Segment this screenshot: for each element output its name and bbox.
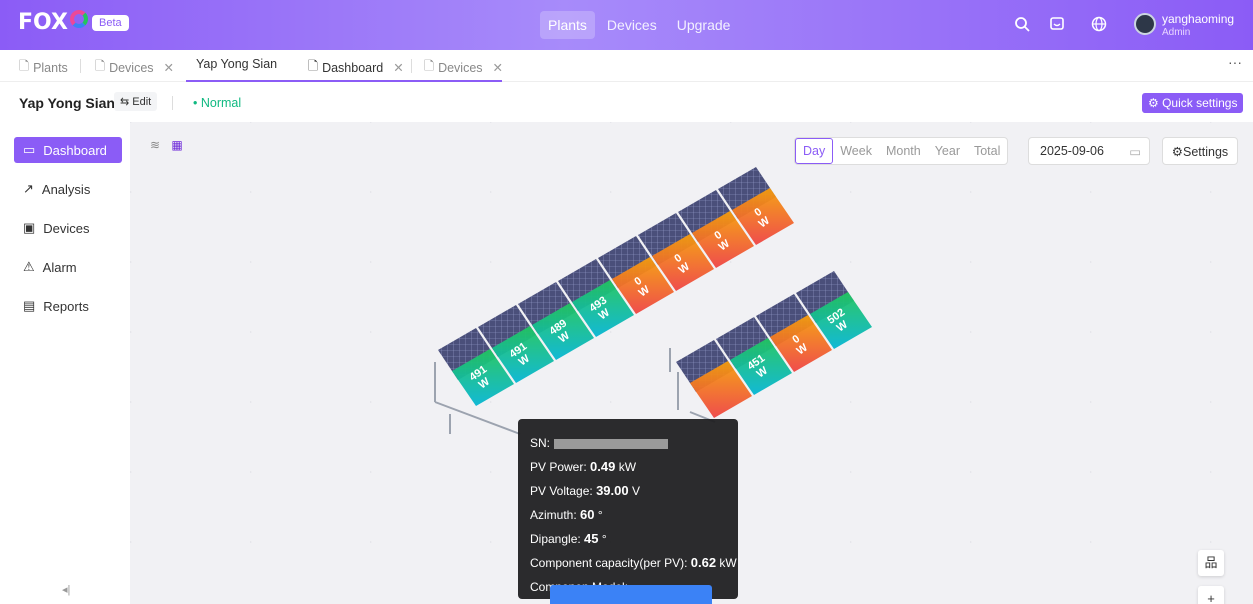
plant-header: Yap Yong Sian ⇆ Edit • Normal ⚙ Quick se… bbox=[0, 82, 1253, 122]
quick-settings-label: Quick settings bbox=[1162, 96, 1238, 110]
sidebar-item-analysis[interactable]: ↗ Analysis bbox=[14, 176, 122, 202]
edit-button[interactable]: ⇆ Edit bbox=[114, 92, 158, 111]
dashboard-icon: ▭ bbox=[23, 142, 36, 157]
tab-label: Dashboard bbox=[322, 60, 384, 75]
logo-ring-icon bbox=[69, 9, 88, 28]
sidebar-item-label: Dashboard bbox=[43, 142, 107, 158]
beta-badge: Beta bbox=[92, 15, 129, 31]
sidebar-item-reports[interactable]: ▤ Reports bbox=[14, 293, 122, 319]
user-name[interactable]: yanghaoming bbox=[1162, 13, 1234, 25]
azimuth-unit: ° bbox=[597, 508, 603, 522]
layout-tree-icon[interactable]: 品 bbox=[1198, 550, 1224, 576]
devices-icon: ▣ bbox=[23, 220, 36, 235]
zoom-in-button[interactable]: + bbox=[1198, 586, 1224, 604]
pv-layout-scene[interactable]: ≋ ▦ Day Week Month Year Total 2025-09-06… bbox=[130, 122, 1253, 604]
sn-label: SN: bbox=[530, 436, 551, 450]
globe-icon[interactable] bbox=[1090, 16, 1108, 34]
pv-power-unit: kW bbox=[618, 460, 637, 474]
user-role: Admin bbox=[1162, 27, 1191, 38]
page-icon: 🗋 bbox=[95, 59, 106, 73]
status-text: Normal bbox=[200, 96, 242, 110]
tab-plants[interactable]: 🗋 Plants bbox=[19, 57, 68, 78]
pv-voltage-label: PV Voltage: bbox=[530, 484, 593, 498]
collapse-sidebar-icon[interactable]: ◂| bbox=[62, 583, 70, 596]
tab-label: Yap Yong Sian bbox=[196, 57, 278, 71]
search-icon[interactable] bbox=[1013, 16, 1031, 34]
tooltip-dipangle: Dipangle: 45 ° bbox=[530, 527, 726, 551]
close-icon[interactable]: ✕ bbox=[164, 60, 174, 75]
sidebar-item-label: Devices bbox=[43, 220, 90, 236]
topnav-upgrade[interactable]: Upgrade bbox=[669, 11, 739, 39]
page-icon: 🗋 bbox=[19, 59, 30, 73]
message-icon[interactable] bbox=[1048, 16, 1066, 34]
analysis-icon: ↗ bbox=[23, 181, 34, 196]
top-bar: FOX Beta Plants Devices Upgrade yanghaom… bbox=[0, 0, 1253, 50]
azimuth-value: 60 bbox=[580, 507, 595, 522]
status-badge: • Normal bbox=[193, 96, 242, 110]
tab-label: Plants bbox=[33, 60, 68, 75]
capacity-label: Component capacity(per PV): bbox=[530, 556, 688, 570]
tooltip-azimuth: Azimuth: 60 ° bbox=[530, 503, 726, 527]
tab-yap-yong-sian[interactable]: Yap Yong Sian bbox=[196, 57, 277, 71]
tab-divider bbox=[80, 59, 81, 73]
tab-divider bbox=[411, 59, 412, 73]
tab-label: Devices bbox=[438, 60, 483, 75]
topnav-devices[interactable]: Devices bbox=[599, 11, 665, 39]
tab-bar: 🗋 Plants 🗋 Devices ✕ Yap Yong Sian 🗋 Dashboa… bbox=[0, 50, 1253, 127]
sidebar-item-label: Reports bbox=[43, 298, 89, 314]
fox-logo[interactable]: FOX bbox=[18, 9, 88, 35]
capacity-unit: kW bbox=[719, 556, 737, 570]
pv-power-label: PV Power: bbox=[530, 460, 587, 474]
page-icon: 🗋 bbox=[424, 59, 435, 73]
sidebar-item-alarm[interactable]: ⚠ Alarm bbox=[14, 254, 122, 280]
sidebar-item-dashboard[interactable]: ▭ Dashboard bbox=[14, 137, 122, 163]
tooltip-pv-voltage: PV Voltage: 39.00 V bbox=[530, 479, 726, 503]
tooltip-capacity: Component capacity(per PV): 0.62 kW bbox=[530, 551, 737, 575]
alarm-icon: ⚠ bbox=[23, 259, 35, 274]
dipangle-value: 45 bbox=[584, 531, 599, 546]
close-icon[interactable]: ✕ bbox=[393, 60, 403, 75]
logo-text: FOX bbox=[18, 10, 68, 35]
edit-icon: ⇆ bbox=[120, 96, 133, 108]
panel-row-2: 451W0W502W bbox=[676, 271, 872, 418]
tab-devices-2[interactable]: 🗋 Devices ✕ bbox=[424, 57, 503, 78]
more-icon[interactable]: ··· bbox=[1228, 54, 1242, 70]
tooltip-pv-power: PV Power: 0.49 kW bbox=[530, 455, 726, 479]
pv-power-value: 0.49 bbox=[590, 459, 616, 474]
reports-icon: ▤ bbox=[23, 298, 36, 313]
notification-banner[interactable] bbox=[550, 585, 712, 604]
tab-devices[interactable]: 🗋 Devices ✕ bbox=[95, 57, 174, 78]
pv-voltage-unit: V bbox=[631, 484, 640, 498]
top-nav: Plants Devices Upgrade bbox=[540, 11, 738, 39]
avatar[interactable] bbox=[1134, 13, 1156, 35]
dipangle-unit: ° bbox=[601, 532, 607, 546]
gear-icon: ⚙ bbox=[1148, 96, 1163, 110]
pv-voltage-value: 39.00 bbox=[596, 483, 629, 498]
tab-dashboard[interactable]: 🗋 Dashboard ✕ bbox=[308, 57, 404, 78]
dipangle-label: Dipangle: bbox=[530, 532, 581, 546]
divider bbox=[172, 96, 173, 110]
sidebar-item-devices[interactable]: ▣ Devices bbox=[14, 215, 122, 241]
topnav-plants[interactable]: Plants bbox=[540, 11, 595, 39]
azimuth-label: Azimuth: bbox=[530, 508, 577, 522]
sidebar: ▭ Dashboard ↗ Analysis ▣ Devices ⚠ Alarm ▤ Re… bbox=[0, 122, 130, 604]
sidebar-item-label: Alarm bbox=[42, 259, 77, 275]
sn-redacted bbox=[554, 438, 669, 449]
close-icon[interactable]: ✕ bbox=[493, 60, 503, 75]
quick-settings-button[interactable]: ⚙ Quick settings bbox=[1142, 93, 1244, 113]
pv-tooltip: SN: PV Power: 0.49 kW PV Voltage: 39.00 … bbox=[518, 419, 738, 599]
tooltip-sn: SN: bbox=[530, 431, 726, 455]
tab-label: Devices bbox=[109, 60, 154, 75]
capacity-value: 0.62 bbox=[690, 555, 717, 570]
sidebar-item-label: Analysis bbox=[41, 181, 91, 197]
page-icon: 🗋 bbox=[308, 59, 319, 73]
edit-label: Edit bbox=[132, 96, 152, 108]
page-title: Yap Yong Sian bbox=[19, 95, 115, 111]
